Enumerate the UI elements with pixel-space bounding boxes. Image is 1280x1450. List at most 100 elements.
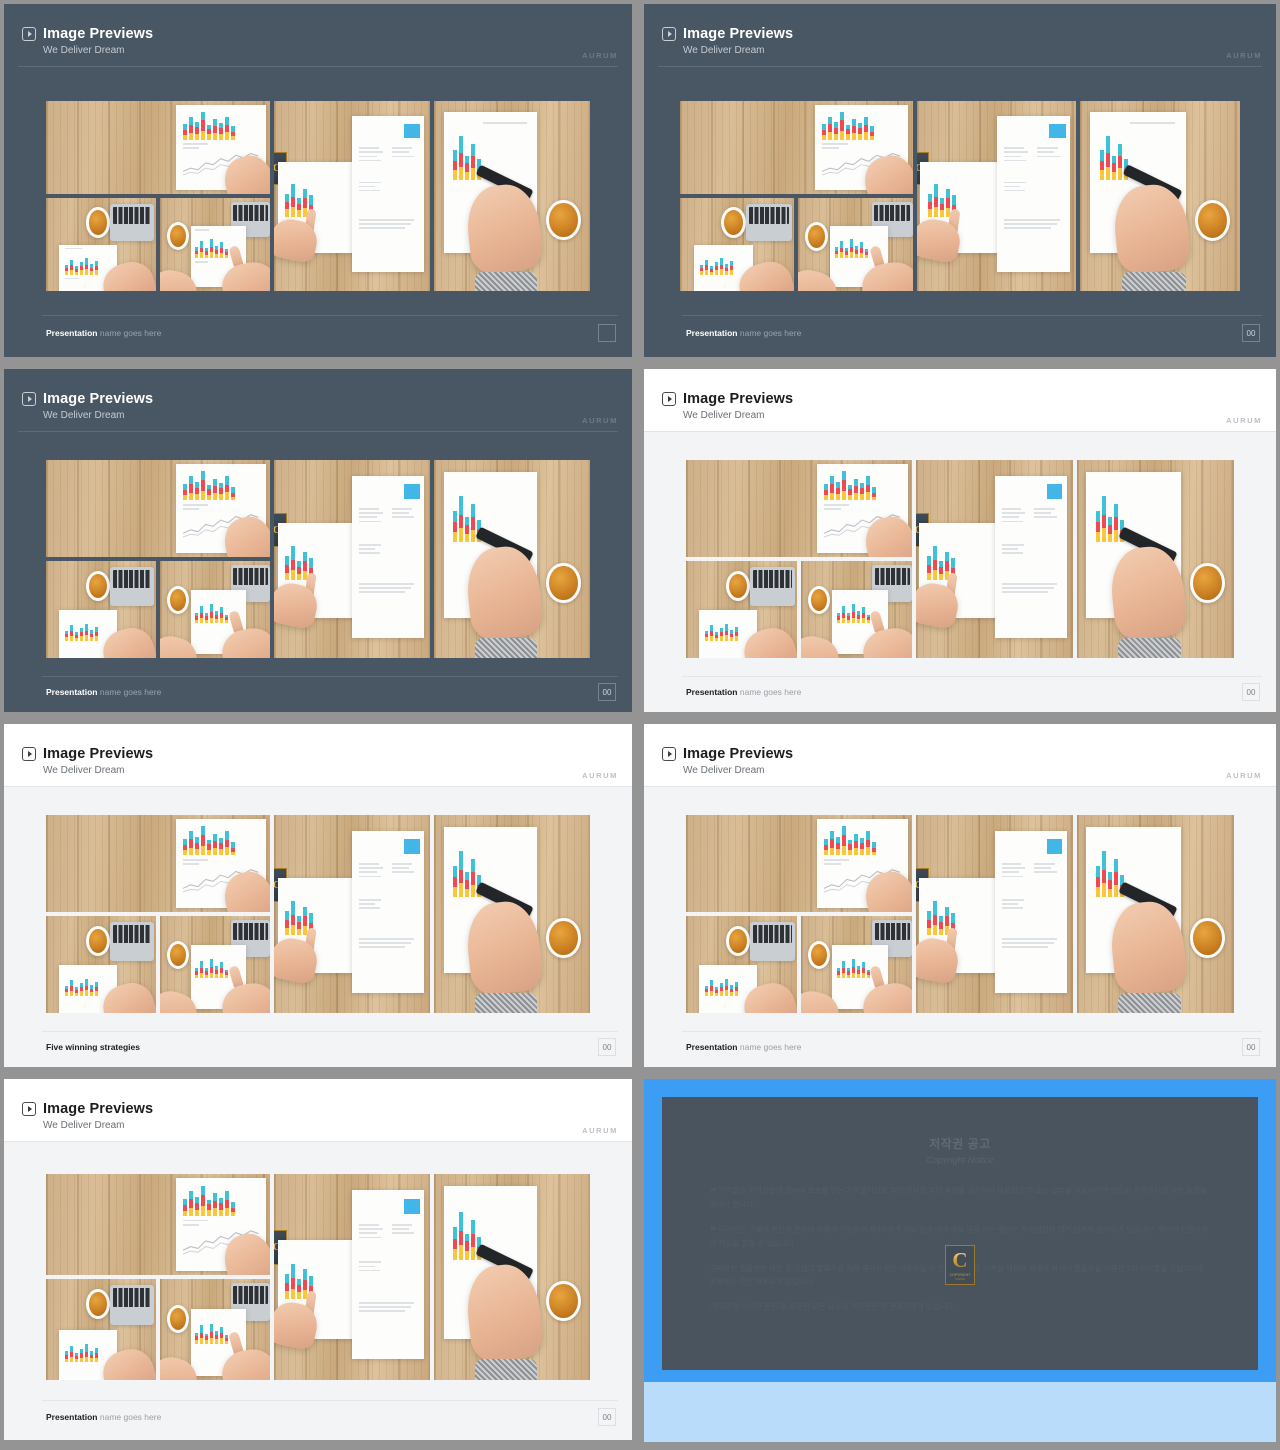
page-number-badge[interactable]: 00 bbox=[1242, 1038, 1260, 1056]
collage-image-hand-pen[interactable] bbox=[434, 101, 590, 291]
image-collage: C bbox=[46, 1174, 590, 1380]
collage-image-hand-pen[interactable] bbox=[434, 1174, 590, 1380]
brand-watermark: AURUM bbox=[1226, 416, 1262, 425]
collage-image-desk-left[interactable] bbox=[46, 198, 157, 291]
footer-subtitle: name goes here bbox=[737, 328, 802, 338]
brand-watermark: AURUM bbox=[1226, 51, 1262, 60]
collage-image-desk-left[interactable] bbox=[686, 561, 798, 658]
page-number-badge[interactable]: 00 bbox=[598, 683, 616, 701]
collage-image-paper-stack[interactable]: C bbox=[274, 815, 431, 1013]
collage-image-desk-left[interactable] bbox=[46, 1279, 157, 1380]
slide-7[interactable]: Image Previews We Deliver Dream AURUM Pr… bbox=[0, 1075, 640, 1450]
collage-image-row-bottom bbox=[686, 561, 913, 658]
footer-subtitle: name goes here bbox=[97, 328, 162, 338]
collage-image-hand-pen[interactable] bbox=[434, 815, 590, 1013]
collage-image-wide-desk[interactable] bbox=[46, 460, 271, 557]
collage-image-paper-stack[interactable]: C bbox=[916, 460, 1074, 658]
footer-title: Presentation bbox=[686, 687, 738, 697]
page-title: Image Previews bbox=[683, 746, 794, 762]
copyright-frame: 저작권 공고 Copyright Notice 본 저작물은 저작권법에 의하여… bbox=[644, 1079, 1276, 1442]
collage-image-paper-stack[interactable]: C bbox=[916, 815, 1074, 1013]
page-subtitle: We Deliver Dream bbox=[683, 45, 765, 56]
collage-image-wide-desk[interactable] bbox=[46, 101, 271, 194]
copyright-paragraph: 이미지 및 아이콘 폰트 등 포함된 모든 요소의 저작권은 각 권리자에게 있… bbox=[709, 1302, 956, 1312]
play-icon bbox=[22, 747, 36, 761]
play-icon bbox=[22, 27, 36, 41]
slide-6[interactable]: Image Previews We Deliver Dream AURUM Pr… bbox=[640, 720, 1280, 1075]
footer-title: Presentation bbox=[686, 1042, 738, 1052]
footer-title: Presentation bbox=[46, 328, 98, 338]
copyright-panel: 저작권 공고 Copyright Notice 본 저작물은 저작권법에 의하여… bbox=[662, 1097, 1258, 1370]
collage-image-row-bottom bbox=[46, 1279, 271, 1380]
copyright-logo-letter: C bbox=[952, 1247, 968, 1272]
collage-image-hand-pen[interactable] bbox=[434, 460, 590, 658]
collage-image-row-bottom bbox=[46, 198, 271, 291]
slide-2-footer: Presentation name goes here 00 bbox=[658, 315, 1262, 351]
slide-1[interactable]: Image Previews We Deliver Dream AURUM Pr… bbox=[0, 0, 640, 365]
collage-image-desk-right[interactable] bbox=[801, 561, 913, 658]
collage-image-paper-stack[interactable]: C bbox=[274, 1174, 431, 1380]
page-subtitle: We Deliver Dream bbox=[43, 45, 125, 56]
collage-image-desk-right[interactable] bbox=[160, 561, 271, 658]
collage-image-hand-pen[interactable] bbox=[1077, 460, 1234, 658]
slide-6-footer: Presentation name goes here 00 bbox=[658, 1031, 1262, 1063]
page-title: Image Previews bbox=[683, 391, 794, 407]
page-number-badge[interactable]: 00 bbox=[598, 1038, 616, 1056]
collage-image-desk-left[interactable] bbox=[46, 916, 157, 1013]
collage-image-hand-pen[interactable] bbox=[1080, 101, 1240, 291]
footer-subtitle: name goes here bbox=[97, 1412, 162, 1422]
collage-image-row-bottom bbox=[680, 198, 913, 291]
brand-watermark: AURUM bbox=[582, 1126, 618, 1135]
page-subtitle: We Deliver Dream bbox=[43, 1120, 125, 1131]
page-subtitle: We Deliver Dream bbox=[683, 765, 765, 776]
collage-image-desk-left[interactable] bbox=[46, 561, 157, 658]
slide-5-footer: Five winning strategies 00 bbox=[18, 1031, 618, 1063]
copyright-paragraph: 본 저작물은 저작권법에 의하여 보호를 받는 저작물이므로 무단 전재와 무단… bbox=[709, 1186, 1207, 1209]
collage-image-wide-desk[interactable] bbox=[686, 460, 913, 557]
page-number-badge[interactable] bbox=[598, 324, 616, 342]
collage-image-paper-stack[interactable]: C bbox=[274, 101, 431, 291]
collage-image-wide-desk[interactable] bbox=[686, 815, 913, 912]
collage-image-desk-right[interactable] bbox=[801, 916, 913, 1013]
page-subtitle: We Deliver Dream bbox=[43, 765, 125, 776]
collage-image-desk-right[interactable] bbox=[798, 198, 913, 291]
image-collage: C bbox=[46, 101, 590, 291]
play-icon bbox=[662, 27, 676, 41]
footer-title: Presentation bbox=[46, 1412, 98, 1422]
slide-2[interactable]: Image Previews We Deliver Dream AURUM Pr… bbox=[640, 0, 1280, 365]
image-collage: C bbox=[46, 815, 590, 1013]
page-number-badge[interactable]: 00 bbox=[598, 1408, 616, 1426]
footer-title: Presentation bbox=[46, 687, 98, 697]
collage-image-desk-left[interactable] bbox=[686, 916, 798, 1013]
footer-title: Five winning strategies bbox=[46, 1042, 140, 1052]
page-number-badge[interactable]: 00 bbox=[1242, 324, 1260, 342]
slide-1-footer: Presentation name goes here bbox=[18, 315, 618, 351]
page-subtitle: We Deliver Dream bbox=[683, 410, 765, 421]
image-collage: C bbox=[680, 101, 1240, 291]
slide-1-body: C bbox=[4, 67, 632, 315]
collage-image-paper-stack[interactable]: C bbox=[274, 460, 431, 658]
collage-image-desk-right[interactable] bbox=[160, 198, 271, 291]
page-title: Image Previews bbox=[43, 746, 154, 762]
footer-subtitle: name goes here bbox=[737, 1042, 802, 1052]
collage-image-desk-right[interactable] bbox=[160, 916, 271, 1013]
slide-4[interactable]: Image Previews We Deliver Dream AURUM Pr… bbox=[640, 365, 1280, 720]
collage-image-hand-pen[interactable] bbox=[1077, 815, 1234, 1013]
collage-image-wide-desk[interactable] bbox=[680, 101, 913, 194]
copyright-lower-band bbox=[644, 1382, 1276, 1442]
copyright-logo: C COPYRIGHT AURUM bbox=[945, 1245, 975, 1285]
collage-image-paper-stack[interactable]: C bbox=[916, 101, 1077, 291]
play-icon bbox=[22, 392, 36, 406]
copyright-slide[interactable]: 저작권 공고 Copyright Notice 본 저작물은 저작권법에 의하여… bbox=[640, 1075, 1280, 1450]
page-number-badge[interactable]: 00 bbox=[1242, 683, 1260, 701]
collage-image-wide-desk[interactable] bbox=[46, 1174, 271, 1275]
collage-image-wide-desk[interactable] bbox=[46, 815, 271, 912]
copyright-heading-english: Copyright Notice bbox=[926, 1155, 994, 1165]
copyright-logo-line-1: COPYRIGHT bbox=[949, 1272, 971, 1277]
slide-5[interactable]: Image Previews We Deliver Dream AURUM Fi… bbox=[0, 720, 640, 1075]
slide-3[interactable]: Image Previews We Deliver Dream AURUM Pr… bbox=[0, 365, 640, 720]
collage-image-desk-right[interactable] bbox=[160, 1279, 271, 1380]
collage-image-row-bottom bbox=[46, 561, 271, 658]
collage-image-desk-left[interactable] bbox=[680, 198, 795, 291]
page-subtitle: We Deliver Dream bbox=[43, 410, 125, 421]
